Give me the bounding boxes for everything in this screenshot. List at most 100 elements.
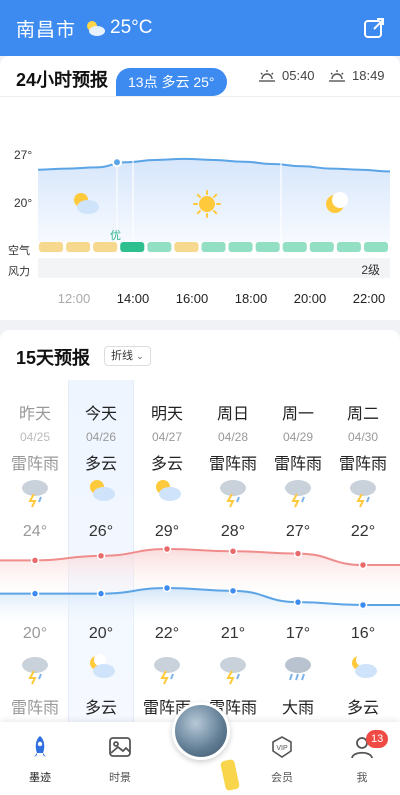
day-condition: 雷阵雨: [273, 456, 322, 473]
y-tick-label: 27°: [14, 148, 33, 162]
day-condition: 雷阵雨: [208, 456, 257, 473]
air-quality-label: 空气: [8, 245, 30, 257]
day-column[interactable]: 周日 04/28 雷阵雨: [200, 400, 266, 474]
thunderstorm-icon: [22, 657, 48, 685]
thunderstorm-icon: [285, 480, 311, 508]
high-temperature: 27°: [285, 523, 311, 540]
tab-scenes[interactable]: 时景: [90, 734, 150, 785]
forecast-24h-title: 24小时预报: [16, 70, 109, 90]
sunset-info: 18:49: [328, 68, 385, 83]
sunrise-time: 05:40: [282, 68, 315, 83]
tab-label: 我: [356, 772, 368, 784]
day-column[interactable]: 周二 04/30 雷阵雨: [330, 400, 396, 474]
low-temperature: 21°: [220, 625, 246, 642]
vip-icon: VIP: [272, 736, 292, 758]
hour-label: 12:00: [57, 291, 91, 306]
air-quality-segment: [336, 242, 361, 252]
day-name: 明天: [150, 406, 183, 423]
air-quality-tag: 优: [110, 230, 121, 242]
daily-temperature-chart: [0, 544, 400, 630]
top-bar: 南昌市 25°C: [0, 0, 400, 56]
photo-icon: [109, 737, 131, 757]
high-temp-point: [293, 549, 303, 558]
day-date: 04/30: [347, 430, 379, 444]
day-column[interactable]: 明天 04/27 多云: [134, 400, 200, 474]
y-tick-label: 20°: [14, 196, 33, 210]
day-name: 周一: [281, 406, 314, 423]
sunset-icon: [329, 69, 345, 82]
current-temperature: 25°C: [110, 17, 153, 38]
low-temp-point: [293, 597, 303, 607]
hour-label: 14:00: [116, 291, 150, 306]
rocket-icon: [34, 736, 46, 757]
day-column[interactable]: 周一 04/29 雷阵雨: [265, 400, 331, 474]
partly-cloudy-icon: [156, 480, 181, 501]
hour-label: 20:00: [293, 291, 327, 306]
partly-cloudy-icon: [90, 480, 115, 501]
divider: [0, 96, 400, 97]
tab-vip[interactable]: VIP 会员: [252, 734, 312, 785]
night-condition: 多云: [346, 700, 380, 717]
low-temperature: 20°: [88, 625, 114, 642]
high-temperature: 22°: [350, 523, 376, 540]
low-temp-point: [162, 583, 172, 593]
air-quality-segment: [66, 242, 91, 252]
air-quality-segment: [147, 242, 172, 252]
thunderstorm-icon: [285, 480, 311, 508]
hour-label: 16:00: [175, 291, 209, 306]
partly-cloudy-night-icon: [90, 654, 115, 678]
partly-cloudy-icon: [90, 480, 115, 501]
day-column[interactable]: 昨天 04/25 雷阵雨: [2, 400, 68, 474]
tab-label: 会员: [271, 772, 293, 784]
day-name: 昨天: [18, 406, 51, 423]
low-temperature: 20°: [22, 625, 48, 642]
thunderstorm-icon: [220, 480, 246, 508]
day-name: 周二: [346, 406, 379, 423]
low-temperature: 16°: [350, 625, 376, 642]
day-date: 04/28: [217, 430, 249, 444]
air-quality-segment: [228, 242, 253, 252]
day-column[interactable]: 今天 04/26 多云: [68, 400, 134, 474]
heavy-rain-icon: [285, 657, 311, 681]
air-quality-segment: [93, 242, 118, 252]
hour-label: 22:00: [352, 291, 386, 306]
tab-moji[interactable]: 墨迹: [10, 734, 70, 785]
high-temp-point: [96, 551, 106, 561]
air-quality-segment: [309, 242, 334, 252]
partly-cloudy-night-icon: [352, 654, 377, 678]
low-temp-point: [30, 589, 40, 598]
thunderstorm-icon: [154, 657, 180, 685]
tab-label: 墨迹: [29, 772, 51, 784]
low-temperature: 22°: [154, 625, 180, 642]
day-date: 04/26: [85, 430, 117, 444]
notification-badge: 13: [366, 730, 389, 748]
sunrise-icon: [259, 69, 275, 82]
high-temp-point: [358, 560, 368, 570]
high-temp-point: [228, 547, 238, 556]
sunrise-info: 05:40: [258, 68, 315, 83]
thunderstorm-icon: [350, 480, 376, 508]
hour-label: 18:00: [234, 291, 268, 306]
air-quality-segment: [174, 242, 199, 252]
air-quality-segment: [282, 242, 307, 252]
thunderstorm-icon: [220, 657, 246, 685]
thunderstorm-icon: [350, 480, 376, 508]
air-quality-segment: [39, 242, 64, 252]
thunderstorm-icon: [154, 657, 180, 685]
high-temp-point: [162, 544, 172, 554]
night-condition: 大雨: [281, 700, 315, 717]
day-condition: 多云: [84, 456, 117, 473]
center-scene-button[interactable]: [172, 702, 230, 760]
thunderstorm-icon: [220, 480, 246, 508]
heavy-rain-icon: [285, 657, 311, 681]
low-temp-point: [358, 600, 368, 610]
partly-cloudy-night-icon: [352, 654, 377, 678]
air-quality-segment: [120, 242, 145, 252]
city-name[interactable]: 南昌市: [16, 15, 76, 42]
partly-cloudy-icon: [156, 480, 181, 501]
thunderstorm-icon: [22, 657, 48, 685]
share-icon[interactable]: [362, 16, 386, 40]
current-hour-point: [112, 157, 122, 168]
low-temp-point: [228, 586, 238, 596]
low-temperature: 17°: [285, 625, 311, 642]
